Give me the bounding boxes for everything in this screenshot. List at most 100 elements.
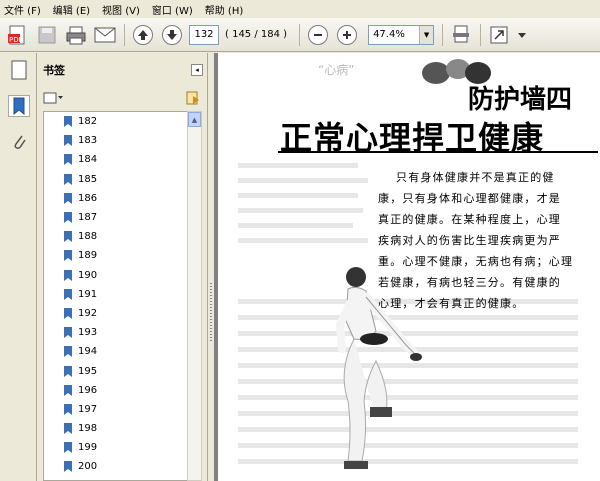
bookmark-label: 197 xyxy=(78,403,98,415)
bookmark-label: 182 xyxy=(78,116,98,128)
document-view: “心病” 防护墙四 正常心理捍卫健康 只有身体健康并不是真正的健 康，只有身体和… xyxy=(214,53,600,481)
minus-icon xyxy=(314,33,323,36)
pages-icon xyxy=(11,60,27,80)
paperclip-icon xyxy=(14,135,26,149)
bookmark-label: 196 xyxy=(78,384,98,396)
bookmark-icon xyxy=(64,269,72,281)
menu-file[interactable]: 文件 (F) xyxy=(4,2,41,17)
bookmark-item[interactable]: 182 xyxy=(44,112,192,131)
menu-edit[interactable]: 编辑 (E) xyxy=(53,2,90,17)
bookmark-item[interactable]: 199 xyxy=(44,438,192,457)
bookmark-icon xyxy=(64,384,72,396)
fit-page-icon xyxy=(453,25,470,42)
fit-page-button[interactable] xyxy=(449,23,473,47)
toolbar-separator xyxy=(442,23,444,46)
bookmarks-tab[interactable] xyxy=(8,95,30,117)
save-button[interactable] xyxy=(35,23,59,47)
bookmark-label: 198 xyxy=(78,423,98,435)
toolbar: PDF 132 ( 145 / 184 ) 47.4% ▼ xyxy=(0,18,600,52)
bookmark-icon xyxy=(64,327,72,339)
bookmark-item[interactable]: 191 xyxy=(44,285,192,304)
navigation-tabs xyxy=(0,53,37,481)
bookmark-label: 189 xyxy=(78,250,98,262)
chevron-down-icon xyxy=(518,32,527,38)
page-number-input[interactable]: 132 xyxy=(189,24,219,45)
bookmark-scrollbar[interactable]: ▲ xyxy=(187,111,202,481)
email-button[interactable] xyxy=(93,23,117,47)
bookmark-icon xyxy=(64,154,72,166)
chevron-down-icon[interactable]: ▼ xyxy=(419,25,434,44)
bookmark-icon xyxy=(13,97,25,115)
zoom-in-button[interactable] xyxy=(335,23,359,47)
bookmark-label: 200 xyxy=(78,461,98,473)
bookmark-item[interactable]: 187 xyxy=(44,208,192,227)
menu-help[interactable]: 帮助 (H) xyxy=(205,2,244,17)
bookmarks-panel: 书签 ◂ 182 183 184 185 186 187 188 189 190 191 192 19… xyxy=(37,53,207,481)
bookmark-icon xyxy=(64,212,72,224)
create-pdf-icon: PDF xyxy=(8,25,25,44)
zoom-select[interactable]: 47.4% ▼ xyxy=(368,24,435,45)
bookmark-label: 195 xyxy=(78,365,98,377)
envelope-icon xyxy=(94,27,116,42)
zoom-out-button[interactable] xyxy=(306,23,330,47)
bookmark-item[interactable]: 194 xyxy=(44,342,192,361)
full-screen-button[interactable] xyxy=(487,23,511,47)
bookmark-label: 193 xyxy=(78,327,98,339)
new-bookmark-icon[interactable] xyxy=(185,90,201,106)
scroll-up-button[interactable]: ▲ xyxy=(188,112,201,127)
faint-text xyxy=(238,208,363,213)
bookmark-label: 183 xyxy=(78,135,98,147)
bookmark-icon xyxy=(64,442,72,454)
faint-text xyxy=(238,163,358,168)
bookmark-item[interactable]: 186 xyxy=(44,189,192,208)
bookmark-item[interactable]: 195 xyxy=(44,361,192,380)
panel-title: 书签 xyxy=(43,64,65,77)
bookmark-item[interactable]: 190 xyxy=(44,266,192,285)
next-page-button[interactable] xyxy=(160,23,184,47)
panel-splitter[interactable] xyxy=(207,53,214,481)
bookmark-item[interactable]: 192 xyxy=(44,304,192,323)
menu-view[interactable]: 视图 (V) xyxy=(102,2,140,17)
menu-bar: 文件 (F) 编辑 (E) 视图 (V) 窗口 (W) 帮助 (H) xyxy=(0,0,600,18)
bookmark-label: 190 xyxy=(78,269,98,281)
create-pdf-button[interactable]: PDF xyxy=(6,23,30,47)
bookmark-item[interactable]: 189 xyxy=(44,246,192,265)
section-heading: 防护墙四 xyxy=(468,85,573,115)
pages-tab[interactable] xyxy=(8,59,30,81)
bookmark-item[interactable]: 184 xyxy=(44,150,192,169)
toolbar-options-button[interactable] xyxy=(516,23,528,47)
print-button[interactable] xyxy=(64,23,88,47)
bookmark-item[interactable]: 188 xyxy=(44,227,192,246)
previous-page-button[interactable] xyxy=(131,23,155,47)
expand-icon xyxy=(490,26,508,43)
bookmark-item[interactable]: 197 xyxy=(44,400,192,419)
bookmark-label: 188 xyxy=(78,231,98,243)
attachments-tab[interactable] xyxy=(8,131,30,153)
bookmark-item[interactable]: 185 xyxy=(44,170,192,189)
bookmark-icon xyxy=(64,461,72,473)
body-text-line: 疾病对人的伤害比生理疾病更为严 xyxy=(378,234,561,247)
bookmark-icon xyxy=(64,307,72,319)
bookmark-item[interactable]: 183 xyxy=(44,131,192,150)
body-text-line: 康，只有身体和心理都健康，才是 xyxy=(378,192,561,205)
bookmark-item[interactable]: 193 xyxy=(44,323,192,342)
bleed-through-title: “心病” xyxy=(318,63,355,77)
bookmark-item[interactable]: 196 xyxy=(44,381,192,400)
bookmark-icon xyxy=(64,116,72,128)
body-text-line: 真正的健康。在某种程度上，心理 xyxy=(378,213,561,226)
bookmark-icon xyxy=(64,192,72,204)
bookmark-item[interactable]: 200 xyxy=(44,457,192,476)
bookmark-item[interactable]: 198 xyxy=(44,419,192,438)
bookmark-icon xyxy=(64,231,72,243)
bookmark-label: 184 xyxy=(78,154,98,166)
menu-window[interactable]: 窗口 (W) xyxy=(152,2,193,17)
bookmark-options-icon[interactable] xyxy=(43,91,63,105)
collapse-panel-button[interactable]: ◂ xyxy=(191,64,203,76)
pdf-page: “心病” 防护墙四 正常心理捍卫健康 只有身体健康并不是真正的健 康，只有身体和… xyxy=(218,53,600,481)
bookmark-icon xyxy=(64,250,72,262)
bookmark-list: 182 183 184 185 186 187 188 189 190 191 192 193 194 1… xyxy=(43,111,193,481)
faint-text xyxy=(238,193,358,198)
bookmark-label: 191 xyxy=(78,288,98,300)
bookmark-icon xyxy=(64,346,72,358)
body-text-line: 只有身体健康并不是真正的健 xyxy=(396,171,555,184)
